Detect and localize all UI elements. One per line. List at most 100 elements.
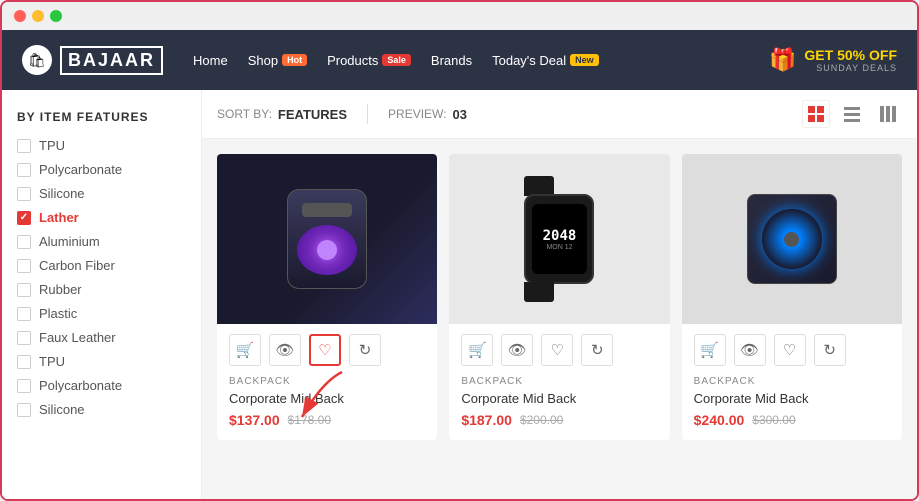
view-button-1[interactable]: 👁 [269, 334, 301, 366]
wishlist-button-2[interactable]: ♡ [541, 334, 573, 366]
view-button-3[interactable]: 👁 [734, 334, 766, 366]
logo[interactable]: 🛍 BAJAAR [22, 45, 163, 75]
product-image-1 [217, 154, 437, 324]
filter-faux-leather[interactable]: Faux Leather [17, 330, 186, 345]
sort-divider [367, 104, 368, 124]
sort-section: SORT BY: FEATURES [217, 107, 347, 122]
nav-links: Home Shop Hot Products Sale Brands Today… [193, 53, 769, 68]
product-image-2: 2048 MON 12 [449, 154, 669, 324]
wishlist-button-1[interactable]: ♡ [309, 334, 341, 366]
nav-brands[interactable]: Brands [431, 53, 472, 68]
nav-todays-deal[interactable]: Today's Deal New [492, 53, 599, 68]
promo-title: GET 50% OFF [804, 47, 897, 63]
gift-icon: 🎁 [769, 47, 796, 73]
filter-lather[interactable]: ✓ Lather [17, 210, 186, 225]
product-pricing-3: $240.00 $300.00 [694, 412, 890, 428]
product-name-3: Corporate Mid Back [694, 391, 890, 406]
checkbox-polycarbonate-2[interactable] [17, 379, 31, 393]
product-image-3 [682, 154, 902, 324]
deal-badge: New [570, 54, 599, 66]
browser-titlebar [2, 2, 917, 30]
checkbox-tpu-1[interactable] [17, 139, 31, 153]
pc-illustration [747, 194, 837, 284]
cart-button-3[interactable]: 🛒 [694, 334, 726, 366]
sort-value: FEATURES [278, 107, 347, 122]
compare-button-2[interactable]: ↻ [581, 334, 613, 366]
checkbox-aluminium[interactable] [17, 235, 31, 249]
product-info-1: BACKPACK Corporate Mid Back $137.00 $178… [217, 376, 437, 440]
grid-view-button[interactable] [802, 100, 830, 128]
nav-products[interactable]: Products Sale [327, 53, 411, 68]
minimize-dot[interactable] [32, 10, 44, 22]
checkbox-silicone-1[interactable] [17, 187, 31, 201]
product-category-2: BACKPACK [461, 376, 657, 387]
logo-icon: 🛍 [22, 45, 52, 75]
checkbox-carbon-fiber[interactable] [17, 259, 31, 273]
checkbox-plastic[interactable] [17, 307, 31, 321]
list-view-button[interactable] [838, 100, 866, 128]
compare-button-1[interactable]: ↻ [349, 334, 381, 366]
cart-button-2[interactable]: 🛒 [461, 334, 493, 366]
price-current-1: $137.00 [229, 412, 280, 428]
filter-tpu-1[interactable]: TPU [17, 138, 186, 153]
sidebar: BY ITEM FEATURES TPU Polycarbonate Silic… [2, 90, 202, 499]
filter-plastic[interactable]: Plastic [17, 306, 186, 321]
price-original-3: $300.00 [752, 413, 795, 427]
wishlist-button-3[interactable]: ♡ [774, 334, 806, 366]
main-layout: BY ITEM FEATURES TPU Polycarbonate Silic… [2, 90, 917, 499]
price-current-2: $187.00 [461, 412, 512, 428]
product-area: SORT BY: FEATURES PREVIEW: 03 [202, 90, 917, 499]
close-dot[interactable] [14, 10, 26, 22]
products-grid: 🛒 👁 ♡ ↻ [202, 139, 917, 499]
preview-value: 03 [453, 107, 467, 122]
cart-button-1[interactable]: 🛒 [229, 334, 261, 366]
products-badge: Sale [382, 54, 411, 66]
filter-silicone-1[interactable]: Silicone [17, 186, 186, 201]
shop-badge: Hot [282, 54, 307, 66]
checkbox-faux-leather[interactable] [17, 331, 31, 345]
product-card-3: 🛒 👁 ♡ ↻ BACKPACK Corporate Mid Back $240… [682, 154, 902, 440]
sort-label: SORT BY: [217, 107, 272, 121]
promo-sub: SUNDAY DEALS [804, 63, 897, 73]
product-pricing-1: $137.00 $178.00 [229, 412, 425, 428]
product-info-2: BACKPACK Corporate Mid Back $187.00 $200… [449, 376, 669, 440]
speaker-illustration [287, 189, 367, 289]
product-name-1: Corporate Mid Back [229, 391, 425, 406]
product-info-3: BACKPACK Corporate Mid Back $240.00 $300… [682, 376, 902, 440]
checkbox-rubber[interactable] [17, 283, 31, 297]
filter-polycarbonate-1[interactable]: Polycarbonate [17, 162, 186, 177]
filter-rubber[interactable]: Rubber [17, 282, 186, 297]
sidebar-title: BY ITEM FEATURES [17, 110, 186, 124]
logo-text: BAJAAR [60, 46, 163, 75]
filter-silicone-2[interactable]: Silicone [17, 402, 186, 417]
nav-home[interactable]: Home [193, 53, 228, 68]
product-category-3: BACKPACK [694, 376, 890, 387]
nav-shop[interactable]: Shop Hot [248, 53, 307, 68]
product-category-1: BACKPACK [229, 376, 425, 387]
filter-carbon-fiber[interactable]: Carbon Fiber [17, 258, 186, 273]
maximize-dot[interactable] [50, 10, 62, 22]
compare-button-3[interactable]: ↻ [814, 334, 846, 366]
preview-section: PREVIEW: 03 [388, 107, 467, 122]
view-icons [802, 100, 902, 128]
price-original-1: $178.00 [288, 413, 331, 427]
checkbox-silicone-2[interactable] [17, 403, 31, 417]
column-view-button[interactable] [874, 100, 902, 128]
product-card-2: 2048 MON 12 🛒 👁 ♡ [449, 154, 669, 440]
browser-window: 🛍 BAJAAR Home Shop Hot Products Sale Bra… [0, 0, 919, 501]
checkbox-polycarbonate-1[interactable] [17, 163, 31, 177]
product-actions-1: 🛒 👁 ♡ ↻ [217, 324, 437, 376]
checkbox-tpu-2[interactable] [17, 355, 31, 369]
checkbox-lather[interactable]: ✓ [17, 211, 31, 225]
product-name-2: Corporate Mid Back [461, 391, 657, 406]
product-card-1: 🛒 👁 ♡ ↻ [217, 154, 437, 440]
sort-bar: SORT BY: FEATURES PREVIEW: 03 [202, 90, 917, 139]
preview-label: PREVIEW: [388, 107, 446, 121]
filter-aluminium[interactable]: Aluminium [17, 234, 186, 249]
price-current-3: $240.00 [694, 412, 745, 428]
promo-text: GET 50% OFF SUNDAY DEALS [804, 47, 897, 73]
view-button-2[interactable]: 👁 [501, 334, 533, 366]
filter-polycarbonate-2[interactable]: Polycarbonate [17, 378, 186, 393]
filter-tpu-2[interactable]: TPU [17, 354, 186, 369]
watch-illustration: 2048 MON 12 [524, 194, 594, 284]
